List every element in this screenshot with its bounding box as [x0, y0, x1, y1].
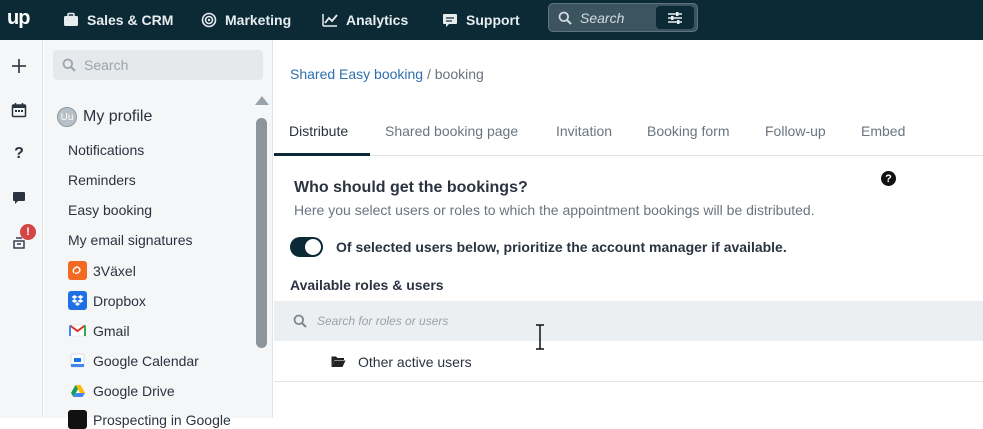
search-icon: [62, 58, 76, 72]
scroll-up-arrow-icon[interactable]: [255, 96, 269, 105]
nav-marketing-label: Marketing: [225, 12, 292, 28]
tab-bar: Distribute Shared booking page Invitatio…: [274, 118, 983, 156]
tab-distribute[interactable]: Distribute: [289, 123, 348, 139]
search-filter-button[interactable]: [656, 6, 694, 29]
sidebar-item-label: Reminders: [68, 172, 136, 188]
sidebar-item-google-calendar[interactable]: Google Calendar: [68, 351, 199, 370]
sidebar-item-label: Gmail: [93, 322, 130, 339]
sidebar-profile[interactable]: Uu My profile: [57, 107, 152, 127]
nav-analytics-label: Analytics: [346, 12, 409, 28]
settings-sidebar: Search Uu My profile Notifications Remin…: [44, 40, 273, 429]
breadcrumb-current: booking: [434, 66, 484, 82]
sidebar-search-placeholder: Search: [84, 57, 129, 73]
3vaxel-icon: [68, 261, 87, 280]
nav-support[interactable]: Support: [442, 10, 520, 30]
chart-line-icon: [322, 14, 338, 27]
tab-embed[interactable]: Embed: [861, 123, 905, 139]
user-group-row[interactable]: Other active users: [274, 342, 983, 382]
calendar-icon[interactable]: [9, 100, 29, 120]
nav-sales-crm-label: Sales & CRM: [87, 12, 174, 28]
sidebar-item-3vaxel[interactable]: 3Växel: [68, 261, 136, 280]
sidebar-search-input[interactable]: Search: [53, 50, 263, 80]
sidebar-item-label: Prospecting in Google: [93, 411, 231, 428]
nav-marketing[interactable]: Marketing: [201, 10, 291, 30]
main-content: Shared Easy booking / booking Distribute…: [274, 40, 983, 418]
sidebar-scrollbar[interactable]: [256, 118, 267, 348]
sidebar-item-google-drive[interactable]: Google Drive: [68, 381, 175, 400]
plus-icon[interactable]: [9, 56, 29, 76]
sliders-icon: [668, 11, 682, 24]
nav-support-label: Support: [466, 12, 520, 28]
toggle-knob: [305, 239, 321, 255]
sidebar-item-label: Notifications: [68, 142, 145, 158]
google-drive-icon: [68, 381, 87, 400]
sidebar-item-label: Dropbox: [93, 292, 146, 309]
sidebar-item-label: 3Växel: [93, 262, 136, 279]
active-tab-indicator: [274, 153, 370, 156]
sidebar-item-dropbox[interactable]: Dropbox: [68, 291, 146, 310]
chat-icon: [443, 14, 457, 27]
sidebar-item-label: Google Calendar: [93, 352, 199, 369]
folder-open-icon: [331, 356, 346, 367]
sidebar-item-gmail[interactable]: Gmail: [68, 321, 130, 340]
group-label: Other active users: [358, 353, 472, 370]
app-logo[interactable]: up: [7, 7, 30, 30]
breadcrumb-link[interactable]: Shared Easy booking: [290, 66, 423, 82]
briefcase-icon: [64, 12, 78, 26]
left-icon-bar: ? !: [0, 40, 43, 418]
search-icon: [293, 314, 307, 328]
nav-analytics[interactable]: Analytics: [322, 10, 408, 30]
tab-follow-up[interactable]: Follow-up: [765, 123, 826, 139]
top-navigation-bar: up Sales & CRM Marketing Analytics Suppo…: [0, 0, 983, 40]
profile-label: My profile: [83, 108, 153, 125]
section-title: Who should get the bookings?: [294, 179, 528, 196]
sidebar-item-reminders[interactable]: Reminders: [68, 172, 136, 188]
sidebar-item-notifications[interactable]: Notifications: [68, 142, 144, 158]
help-icon[interactable]: ?: [881, 171, 896, 186]
sidebar-item-easy-booking[interactable]: Easy booking: [68, 202, 152, 218]
global-search[interactable]: Search: [548, 3, 698, 32]
dropbox-icon: [68, 291, 87, 310]
search-icon: [558, 11, 572, 25]
alert-badge: !: [20, 224, 36, 240]
avatar: Uu: [57, 107, 77, 127]
chat-bubble-icon[interactable]: [9, 188, 29, 208]
sidebar-item-email-signatures[interactable]: My email signatures: [68, 232, 193, 248]
prioritize-account-manager-toggle[interactable]: [290, 237, 323, 257]
question-icon[interactable]: ?: [9, 144, 29, 164]
tab-invitation[interactable]: Invitation: [556, 123, 612, 139]
gmail-icon: [68, 321, 87, 340]
nav-sales-crm[interactable]: Sales & CRM: [63, 10, 173, 30]
role-search-input[interactable]: Search for roles or users: [274, 301, 983, 341]
tab-booking-form[interactable]: Booking form: [647, 123, 729, 139]
section-description: Here you select users or roles to which …: [294, 202, 815, 218]
role-search-placeholder: Search for roles or users: [317, 314, 449, 328]
global-search-placeholder: Search: [580, 9, 625, 26]
breadcrumb: Shared Easy booking / booking: [290, 66, 484, 82]
sidebar-item-prospecting[interactable]: Prospecting in Google: [68, 410, 231, 429]
target-icon: [201, 12, 217, 28]
google-calendar-icon: [68, 351, 87, 370]
sidebar-item-label: Easy booking: [68, 202, 153, 218]
sidebar-item-label: Google Drive: [93, 382, 175, 399]
toggle-label: Of selected users below, prioritize the …: [336, 239, 787, 255]
breadcrumb-separator: /: [423, 66, 435, 82]
tab-shared-booking-page[interactable]: Shared booking page: [385, 123, 518, 139]
available-roles-title: Available roles & users: [290, 277, 444, 293]
sidebar-item-label: My email signatures: [68, 232, 193, 248]
prospecting-icon: [68, 410, 87, 429]
